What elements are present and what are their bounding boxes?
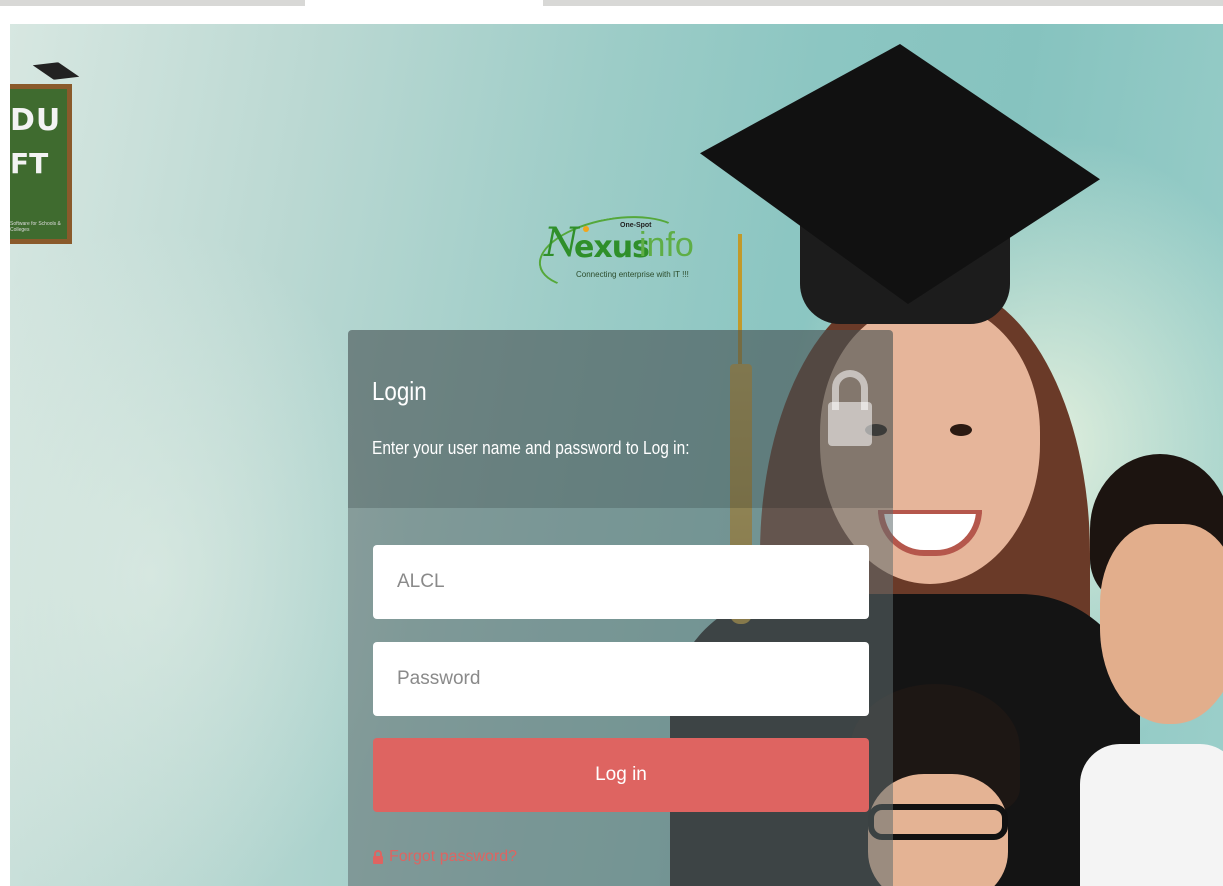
nexusinfo-logo: N exus One-Spot info Connecting enterpri… (533, 205, 708, 301)
username-input[interactable] (373, 545, 869, 619)
logo-text-line1: DU (10, 103, 62, 138)
top-strip-segment (0, 0, 305, 6)
boy-face (1100, 524, 1223, 724)
school-chalkboard-logo: DU FT Software for Schools & Colleges (10, 84, 72, 244)
login-panel-header: Login Enter your user name and password … (348, 330, 893, 508)
graduation-cap-icon (31, 56, 82, 85)
logo-word-exus: exus (574, 230, 650, 265)
login-title: Login (372, 376, 427, 406)
top-strip-segment (543, 0, 1223, 6)
boy-figure (1080, 454, 1223, 886)
logo-tagline: Connecting enterprise with IT !!! (576, 270, 689, 279)
login-subtitle: Enter your user name and password to Log… (372, 438, 690, 458)
graduate-eye (950, 424, 972, 436)
lock-icon (828, 370, 872, 446)
forgot-password-label: Forgot password? (389, 848, 518, 865)
forgot-password-link[interactable]: Forgot password? (373, 848, 517, 866)
browser-top-strip (0, 0, 1223, 8)
lock-body (828, 402, 872, 446)
login-panel: Login Enter your user name and password … (348, 330, 893, 886)
small-lock-icon (373, 850, 383, 864)
mortarboard-top (700, 44, 1100, 304)
logo-small-text: Software for Schools & Colleges (10, 221, 61, 233)
password-input[interactable] (373, 642, 869, 716)
login-button[interactable]: Log in (373, 738, 869, 812)
logo-text-line2: FT (10, 147, 49, 180)
logo-word-info: info (639, 226, 694, 264)
boy-shirt (1080, 744, 1223, 886)
